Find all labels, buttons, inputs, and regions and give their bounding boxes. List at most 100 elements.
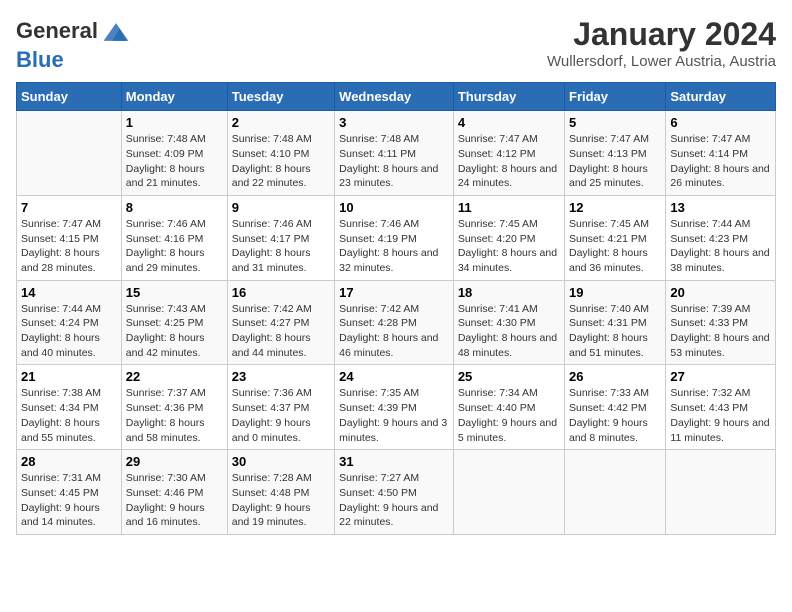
calendar-cell: 27 Sunrise: 7:32 AM Sunset: 4:43 PM Dayl… [666,365,776,450]
daylight: Daylight: 8 hours and 51 minutes. [569,332,648,359]
calendar-cell: 20 Sunrise: 7:39 AM Sunset: 4:33 PM Dayl… [666,280,776,365]
calendar-day-header: Monday [121,83,227,111]
daylight: Daylight: 8 hours and 21 minutes. [126,163,205,190]
calendar-table: SundayMondayTuesdayWednesdayThursdayFrid… [16,82,776,535]
day-info: Sunrise: 7:44 AM Sunset: 4:24 PM Dayligh… [21,302,117,361]
sunset: Sunset: 4:40 PM [458,402,536,414]
calendar-cell: 8 Sunrise: 7:46 AM Sunset: 4:16 PM Dayli… [121,195,227,280]
sunset: Sunset: 4:19 PM [339,233,417,245]
sunrise: Sunrise: 7:31 AM [21,472,101,484]
day-info: Sunrise: 7:44 AM Sunset: 4:23 PM Dayligh… [670,217,771,276]
sunset: Sunset: 4:45 PM [21,487,99,499]
sunrise: Sunrise: 7:28 AM [232,472,312,484]
calendar-day-header: Thursday [453,83,564,111]
sunset: Sunset: 4:27 PM [232,317,310,329]
sunrise: Sunrise: 7:44 AM [21,303,101,315]
sunrise: Sunrise: 7:39 AM [670,303,750,315]
day-number: 18 [458,285,560,300]
day-info: Sunrise: 7:47 AM Sunset: 4:15 PM Dayligh… [21,217,117,276]
daylight: Daylight: 8 hours and 28 minutes. [21,247,100,274]
daylight: Daylight: 8 hours and 53 minutes. [670,332,769,359]
sunrise: Sunrise: 7:48 AM [126,133,206,145]
calendar-week-row: 21 Sunrise: 7:38 AM Sunset: 4:34 PM Dayl… [17,365,776,450]
day-info: Sunrise: 7:42 AM Sunset: 4:27 PM Dayligh… [232,302,330,361]
calendar-cell: 16 Sunrise: 7:42 AM Sunset: 4:27 PM Dayl… [227,280,334,365]
sunset: Sunset: 4:48 PM [232,487,310,499]
day-number: 31 [339,454,449,469]
day-info: Sunrise: 7:28 AM Sunset: 4:48 PM Dayligh… [232,471,330,530]
day-number: 23 [232,369,330,384]
daylight: Daylight: 8 hours and 32 minutes. [339,247,438,274]
day-info: Sunrise: 7:42 AM Sunset: 4:28 PM Dayligh… [339,302,449,361]
sunrise: Sunrise: 7:47 AM [670,133,750,145]
sunrise: Sunrise: 7:47 AM [569,133,649,145]
calendar-day-header: Friday [565,83,666,111]
day-number: 6 [670,115,771,130]
day-info: Sunrise: 7:27 AM Sunset: 4:50 PM Dayligh… [339,471,449,530]
day-number: 30 [232,454,330,469]
sunrise: Sunrise: 7:46 AM [126,218,206,230]
day-number: 4 [458,115,560,130]
calendar-subtitle: Wullersdorf, Lower Austria, Austria [547,53,776,70]
calendar-week-row: 28 Sunrise: 7:31 AM Sunset: 4:45 PM Dayl… [17,450,776,535]
day-info: Sunrise: 7:35 AM Sunset: 4:39 PM Dayligh… [339,386,449,445]
day-number: 24 [339,369,449,384]
day-info: Sunrise: 7:46 AM Sunset: 4:19 PM Dayligh… [339,217,449,276]
calendar-day-header: Tuesday [227,83,334,111]
calendar-cell: 22 Sunrise: 7:37 AM Sunset: 4:36 PM Dayl… [121,365,227,450]
daylight: Daylight: 9 hours and 16 minutes. [126,502,205,529]
sunset: Sunset: 4:25 PM [126,317,204,329]
sunrise: Sunrise: 7:30 AM [126,472,206,484]
sunrise: Sunrise: 7:38 AM [21,387,101,399]
calendar-cell [666,450,776,535]
calendar-cell [453,450,564,535]
daylight: Daylight: 8 hours and 24 minutes. [458,163,557,190]
daylight: Daylight: 8 hours and 40 minutes. [21,332,100,359]
calendar-header: SundayMondayTuesdayWednesdayThursdayFrid… [17,83,776,111]
sunset: Sunset: 4:50 PM [339,487,417,499]
calendar-cell: 28 Sunrise: 7:31 AM Sunset: 4:45 PM Dayl… [17,450,122,535]
day-number: 9 [232,200,330,215]
day-info: Sunrise: 7:43 AM Sunset: 4:25 PM Dayligh… [126,302,223,361]
daylight: Daylight: 8 hours and 38 minutes. [670,247,769,274]
sunrise: Sunrise: 7:48 AM [232,133,312,145]
sunset: Sunset: 4:15 PM [21,233,99,245]
day-number: 8 [126,200,223,215]
day-info: Sunrise: 7:47 AM Sunset: 4:13 PM Dayligh… [569,132,661,191]
daylight: Daylight: 9 hours and 8 minutes. [569,417,648,444]
daylight: Daylight: 8 hours and 46 minutes. [339,332,438,359]
page-header: General Blue January 2024 Wullersdorf, L… [16,16,776,72]
calendar-week-row: 14 Sunrise: 7:44 AM Sunset: 4:24 PM Dayl… [17,280,776,365]
day-number: 12 [569,200,661,215]
calendar-week-row: 1 Sunrise: 7:48 AM Sunset: 4:09 PM Dayli… [17,111,776,196]
daylight: Daylight: 9 hours and 11 minutes. [670,417,769,444]
calendar-cell: 9 Sunrise: 7:46 AM Sunset: 4:17 PM Dayli… [227,195,334,280]
calendar-week-row: 7 Sunrise: 7:47 AM Sunset: 4:15 PM Dayli… [17,195,776,280]
sunset: Sunset: 4:43 PM [670,402,748,414]
sunrise: Sunrise: 7:44 AM [670,218,750,230]
calendar-cell: 21 Sunrise: 7:38 AM Sunset: 4:34 PM Dayl… [17,365,122,450]
daylight: Daylight: 8 hours and 29 minutes. [126,247,205,274]
calendar-day-header: Wednesday [335,83,454,111]
sunset: Sunset: 4:09 PM [126,148,204,160]
day-number: 10 [339,200,449,215]
day-info: Sunrise: 7:37 AM Sunset: 4:36 PM Dayligh… [126,386,223,445]
calendar-cell: 31 Sunrise: 7:27 AM Sunset: 4:50 PM Dayl… [335,450,454,535]
title-block: January 2024 Wullersdorf, Lower Austria,… [547,16,776,70]
day-info: Sunrise: 7:48 AM Sunset: 4:10 PM Dayligh… [232,132,330,191]
logo: General Blue [16,16,132,72]
daylight: Daylight: 8 hours and 34 minutes. [458,247,557,274]
daylight: Daylight: 8 hours and 55 minutes. [21,417,100,444]
day-number: 20 [670,285,771,300]
day-number: 25 [458,369,560,384]
calendar-cell: 1 Sunrise: 7:48 AM Sunset: 4:09 PM Dayli… [121,111,227,196]
calendar-cell: 17 Sunrise: 7:42 AM Sunset: 4:28 PM Dayl… [335,280,454,365]
calendar-cell: 4 Sunrise: 7:47 AM Sunset: 4:12 PM Dayli… [453,111,564,196]
sunrise: Sunrise: 7:33 AM [569,387,649,399]
day-number: 28 [21,454,117,469]
calendar-cell: 6 Sunrise: 7:47 AM Sunset: 4:14 PM Dayli… [666,111,776,196]
day-info: Sunrise: 7:47 AM Sunset: 4:14 PM Dayligh… [670,132,771,191]
day-info: Sunrise: 7:34 AM Sunset: 4:40 PM Dayligh… [458,386,560,445]
daylight: Daylight: 9 hours and 0 minutes. [232,417,311,444]
calendar-cell: 10 Sunrise: 7:46 AM Sunset: 4:19 PM Dayl… [335,195,454,280]
